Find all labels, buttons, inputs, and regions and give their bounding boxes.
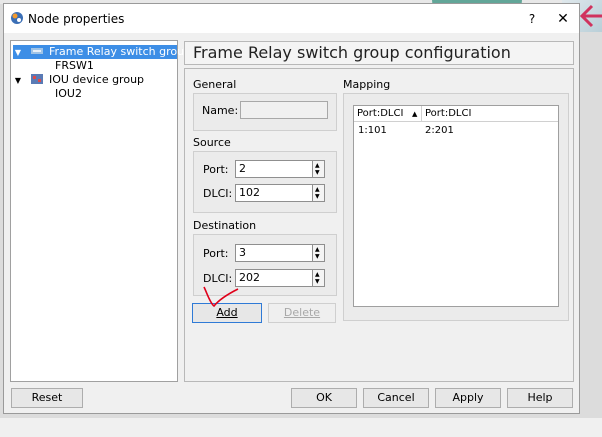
source-port-label: Port: <box>203 163 229 176</box>
column-label: Port:DLCI <box>357 108 404 119</box>
delete-button-label: Delete <box>283 306 321 319</box>
node-tree: ▼ Frame Relay switch group FRSW1 ▼ IOU d… <box>10 40 191 382</box>
source-label: Source <box>193 136 231 149</box>
close-button[interactable]: ✕ <box>552 9 574 29</box>
delete-button[interactable]: Delete <box>268 303 336 323</box>
mapping-table[interactable]: Port:DLCI ▲ Port:DLCI 1:101 2:201 <box>353 105 559 307</box>
mapping-cell-source: 1:101 <box>358 125 387 136</box>
tree-item-iou-group[interactable]: ▼ IOU device group <box>13 73 144 87</box>
ok-button[interactable]: OK <box>291 388 357 408</box>
cancel-button[interactable]: Cancel <box>363 388 429 408</box>
destination-port-input[interactable]: 3 <box>235 244 313 262</box>
tree-item-iou2[interactable]: IOU2 <box>55 87 82 101</box>
help-button[interactable]: Help <box>507 388 573 408</box>
page-title: Frame Relay switch group configuration <box>184 41 574 65</box>
destination-dlci-label: DLCI: <box>203 272 233 285</box>
mapping-column-header-source[interactable]: Port:DLCI ▲ <box>354 106 422 122</box>
tree-item-label: FRSW1 <box>55 59 94 72</box>
config-panel: General Name: Source Port: 2 ▲ ▼ DLCI: 10… <box>184 68 574 382</box>
node-properties-dialog: Node properties ? ✕ ▼ Frame Relay switch… <box>3 3 580 414</box>
name-field[interactable] <box>240 101 328 119</box>
general-group: Name: <box>193 93 337 131</box>
frame-relay-switch-icon <box>30 48 43 54</box>
red-checkmark-annotation <box>203 286 239 308</box>
sort-ascending-icon: ▲ <box>412 110 418 118</box>
tree-item-label: IOU device group <box>49 73 145 86</box>
reset-button[interactable]: Reset <box>11 388 83 408</box>
column-label: Port:DLCI <box>425 108 472 119</box>
expand-arrow-icon[interactable]: ▼ <box>13 46 23 60</box>
destination-port-spin[interactable]: ▲ ▼ <box>313 244 325 262</box>
window-title: Node properties <box>28 12 125 26</box>
destination-label: Destination <box>193 219 257 232</box>
source-dlci-label: DLCI: <box>203 187 233 200</box>
help-title-button[interactable]: ? <box>522 10 542 28</box>
tree-item-label: Frame Relay switch group <box>49 45 192 58</box>
mapping-column-header-destination[interactable]: Port:DLCI <box>422 106 558 122</box>
general-label: General <box>193 78 237 91</box>
iou-device-icon <box>30 74 43 84</box>
name-label: Name: <box>202 104 239 117</box>
source-group: Port: 2 ▲ ▼ DLCI: 102 ▲ ▼ <box>193 151 337 213</box>
source-port-input[interactable]: 2 <box>235 160 313 178</box>
tree-item-frsw1[interactable]: FRSW1 <box>55 59 94 73</box>
destination-port-label: Port: <box>203 247 229 260</box>
app-icon <box>11 12 23 24</box>
destination-dlci-input[interactable]: 202 <box>235 269 313 287</box>
source-port-spin[interactable]: ▲ ▼ <box>313 160 325 178</box>
tree-item-frame-relay-group[interactable]: ▼ Frame Relay switch group <box>13 45 191 60</box>
apply-button[interactable]: Apply <box>435 388 501 408</box>
mapping-cell-destination: 2:201 <box>425 125 454 136</box>
title-bar: Node properties ? ✕ <box>4 4 579 33</box>
tree-item-label: IOU2 <box>55 87 82 100</box>
desktop-background-bottom <box>0 418 602 437</box>
destination-dlci-spin[interactable]: ▲ ▼ <box>313 269 325 287</box>
mapping-label: Mapping <box>343 78 391 91</box>
expand-arrow-icon[interactable]: ▼ <box>13 74 23 88</box>
source-dlci-input[interactable]: 102 <box>235 184 313 202</box>
source-dlci-spin[interactable]: ▲ ▼ <box>313 184 325 202</box>
